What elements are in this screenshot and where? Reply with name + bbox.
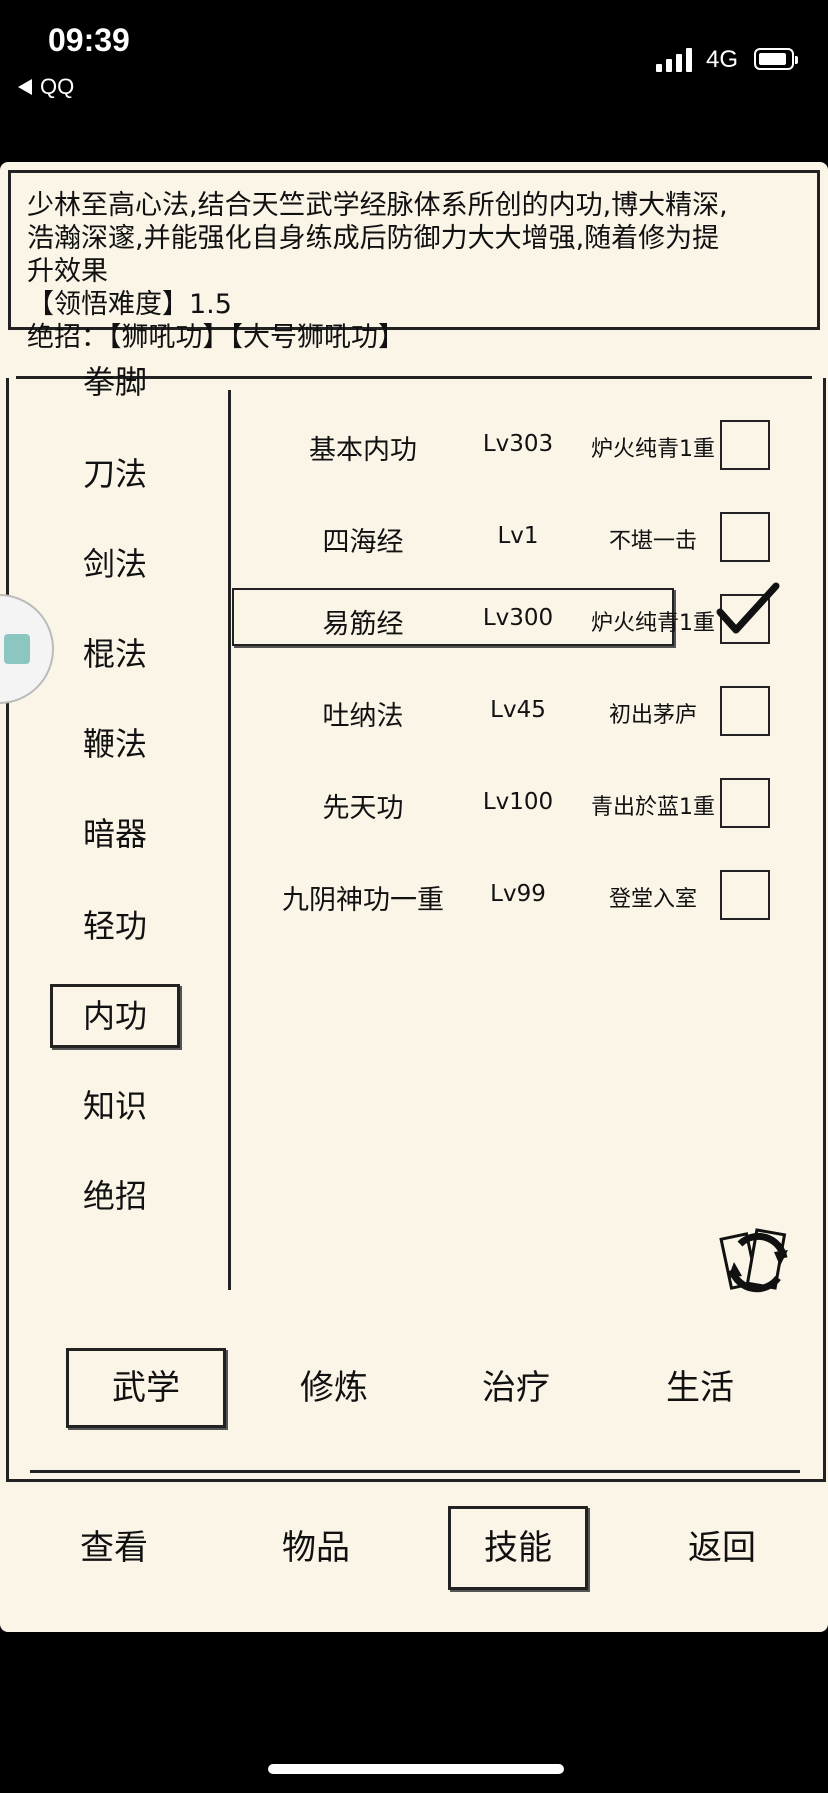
back-arrow-icon <box>18 79 32 95</box>
tab-zhiliao[interactable]: 治疗 <box>436 1348 596 1428</box>
skill-stage: 不堪一击 <box>608 529 697 554</box>
skill-checkbox[interactable] <box>720 870 770 920</box>
category-quanjiao[interactable]: 拳脚 <box>50 350 180 414</box>
description-line: 少林至高心法,结合天竺武学经脉体系所创的内功,博大精深, <box>27 190 728 221</box>
skill-name: 先天功 <box>322 793 404 824</box>
skill-row[interactable]: 基本内功 Lv303 炉火纯青1重 <box>268 414 798 474</box>
column-divider <box>228 390 231 1290</box>
network-type: 4G <box>706 46 739 73</box>
skill-name: 四海经 <box>322 527 404 558</box>
description-line: 浩瀚深邃,并能强化自身练成后防御力大大增强,随着修为提 <box>27 223 720 254</box>
category-anqi[interactable]: 暗器 <box>50 802 180 866</box>
category-gunfa[interactable]: 棍法 <box>50 622 180 686</box>
category-qinggong[interactable]: 轻功 <box>50 894 180 958</box>
checkmark-icon <box>716 582 780 634</box>
skill-row[interactable]: 四海经 Lv1 不堪一击 <box>268 506 798 566</box>
skill-checkbox[interactable] <box>720 686 770 736</box>
assistant-icon <box>4 634 30 664</box>
skill-checkbox[interactable] <box>720 420 770 470</box>
category-jianfa[interactable]: 剑法 <box>50 532 180 596</box>
skill-checkbox[interactable] <box>716 582 780 644</box>
game-panel: 少林至高心法,结合天竺武学经脉体系所创的内功,博大精深, 浩瀚深邃,并能强化自身… <box>0 162 828 1632</box>
category-bianfa[interactable]: 鞭法 <box>50 712 180 776</box>
skill-row[interactable]: 吐纳法 Lv45 初出茅庐 <box>268 680 798 740</box>
description-line: 升效果 <box>27 256 108 287</box>
skill-stage: 登堂入室 <box>608 887 697 912</box>
home-indicator[interactable] <box>268 1764 564 1774</box>
skill-level: Lv303 <box>482 431 554 457</box>
divider <box>30 1470 800 1473</box>
skill-row-selected[interactable]: 易筋经 Lv300 炉火纯青1重 <box>232 582 798 648</box>
skill-stage: 青出於蓝1重 <box>591 795 715 820</box>
back-app-label: QQ <box>40 74 75 99</box>
signal-icon <box>656 46 696 72</box>
skill-level: Lv1 <box>497 523 539 549</box>
category-neigong[interactable]: 内功 <box>50 984 180 1048</box>
skill-name: 易筋经 <box>322 609 404 640</box>
skill-level: Lv99 <box>490 881 546 907</box>
status-time: 09:39 <box>48 22 130 58</box>
refresh-icon[interactable] <box>718 1222 792 1302</box>
skill-row[interactable]: 九阴神功一重 Lv99 登堂入室 <box>268 864 798 924</box>
back-to-app-link[interactable]: QQ <box>18 74 74 100</box>
nav-fanhui[interactable]: 返回 <box>652 1506 792 1590</box>
nav-jineng[interactable]: 技能 <box>448 1506 588 1590</box>
difficulty-line: 【领悟难度】1.5 <box>27 289 232 320</box>
skill-level: Lv300 <box>482 605 554 631</box>
skill-level: Lv45 <box>490 697 546 723</box>
skill-checkbox[interactable] <box>720 512 770 562</box>
skill-level: Lv100 <box>482 789 554 815</box>
nav-wupin[interactable]: 物品 <box>246 1506 386 1590</box>
category-daofa[interactable]: 刀法 <box>50 442 180 506</box>
skill-row[interactable]: 先天功 Lv100 青出於蓝1重 <box>268 772 798 832</box>
tab-wuxue[interactable]: 武学 <box>66 1348 226 1428</box>
battery-icon <box>754 48 798 70</box>
skill-checkbox[interactable] <box>720 778 770 828</box>
tab-shenghuo[interactable]: 生活 <box>620 1348 780 1428</box>
skill-description: 少林至高心法,结合天竺武学经脉体系所创的内功,博大精深, 浩瀚深邃,并能强化自身… <box>8 170 820 353</box>
skill-name: 基本内功 <box>309 435 417 466</box>
skill-stage: 炉火纯青1重 <box>591 437 715 462</box>
category-juezhao[interactable]: 绝招 <box>50 1164 180 1228</box>
nav-chakan[interactable]: 查看 <box>44 1506 184 1590</box>
skill-name: 吐纳法 <box>322 701 404 732</box>
skill-stage: 初出茅庐 <box>608 703 697 728</box>
skill-name: 九阴神功一重 <box>282 885 444 916</box>
category-zhishi[interactable]: 知识 <box>50 1074 180 1138</box>
tab-xiulian[interactable]: 修炼 <box>254 1348 414 1428</box>
skill-stage: 炉火纯青1重 <box>591 611 715 636</box>
